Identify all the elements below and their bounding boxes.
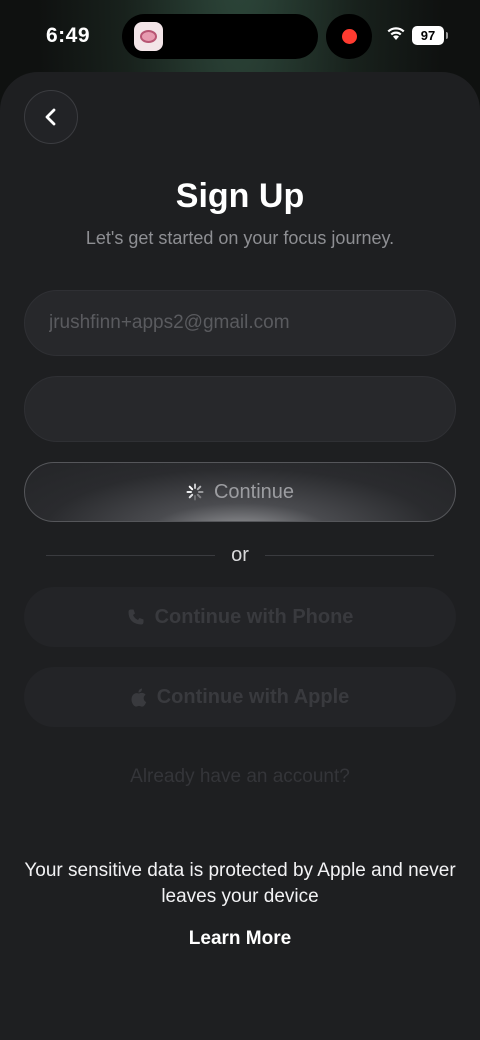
status-bar: 6:49 97	[0, 0, 480, 72]
email-input[interactable]	[25, 291, 455, 355]
chevron-left-icon	[45, 108, 56, 126]
continue-with-apple-label: Continue with Apple	[156, 685, 350, 708]
already-have-account-link[interactable]: Already have an account?	[0, 766, 480, 788]
page-subtitle: Let's get started on your focus journey.	[85, 228, 395, 248]
sign-up-screen: 6:49 97 Sign Up Let's get started on you…	[0, 0, 480, 1040]
status-time: 6:49	[46, 24, 91, 47]
continue-label: Continue	[213, 480, 295, 503]
or-divider: or	[46, 543, 435, 567]
dynamic-island	[122, 14, 318, 59]
divider-line-right	[264, 554, 435, 556]
app-icon	[134, 22, 163, 51]
privacy-notice: Your sensitive data is protected by Appl…	[24, 860, 456, 907]
recording-dot-icon	[341, 29, 357, 44]
apple-logo-icon	[131, 688, 146, 707]
continue-with-phone-label: Continue with Phone	[154, 605, 354, 628]
divider-line-left	[46, 554, 216, 556]
back-button[interactable]	[24, 90, 78, 144]
password-input[interactable]	[25, 377, 455, 441]
sign-up-sheet: Sign Up Let's get started on your focus …	[0, 72, 480, 1040]
continue-with-apple-button[interactable]: Continue with Apple	[24, 667, 456, 727]
password-field[interactable]	[24, 376, 456, 442]
wifi-icon	[387, 27, 405, 40]
page-title: Sign Up	[175, 177, 305, 215]
continue-button[interactable]: Continue	[24, 462, 456, 522]
or-label: or	[231, 543, 249, 566]
phone-icon	[128, 609, 144, 625]
battery-indicator: 97	[412, 26, 448, 45]
email-field[interactable]	[24, 290, 456, 356]
loading-spinner-icon	[186, 483, 204, 501]
learn-more-link[interactable]: Learn More	[0, 928, 480, 950]
screen-recording-indicator	[326, 14, 372, 59]
continue-with-phone-button[interactable]: Continue with Phone	[24, 587, 456, 647]
